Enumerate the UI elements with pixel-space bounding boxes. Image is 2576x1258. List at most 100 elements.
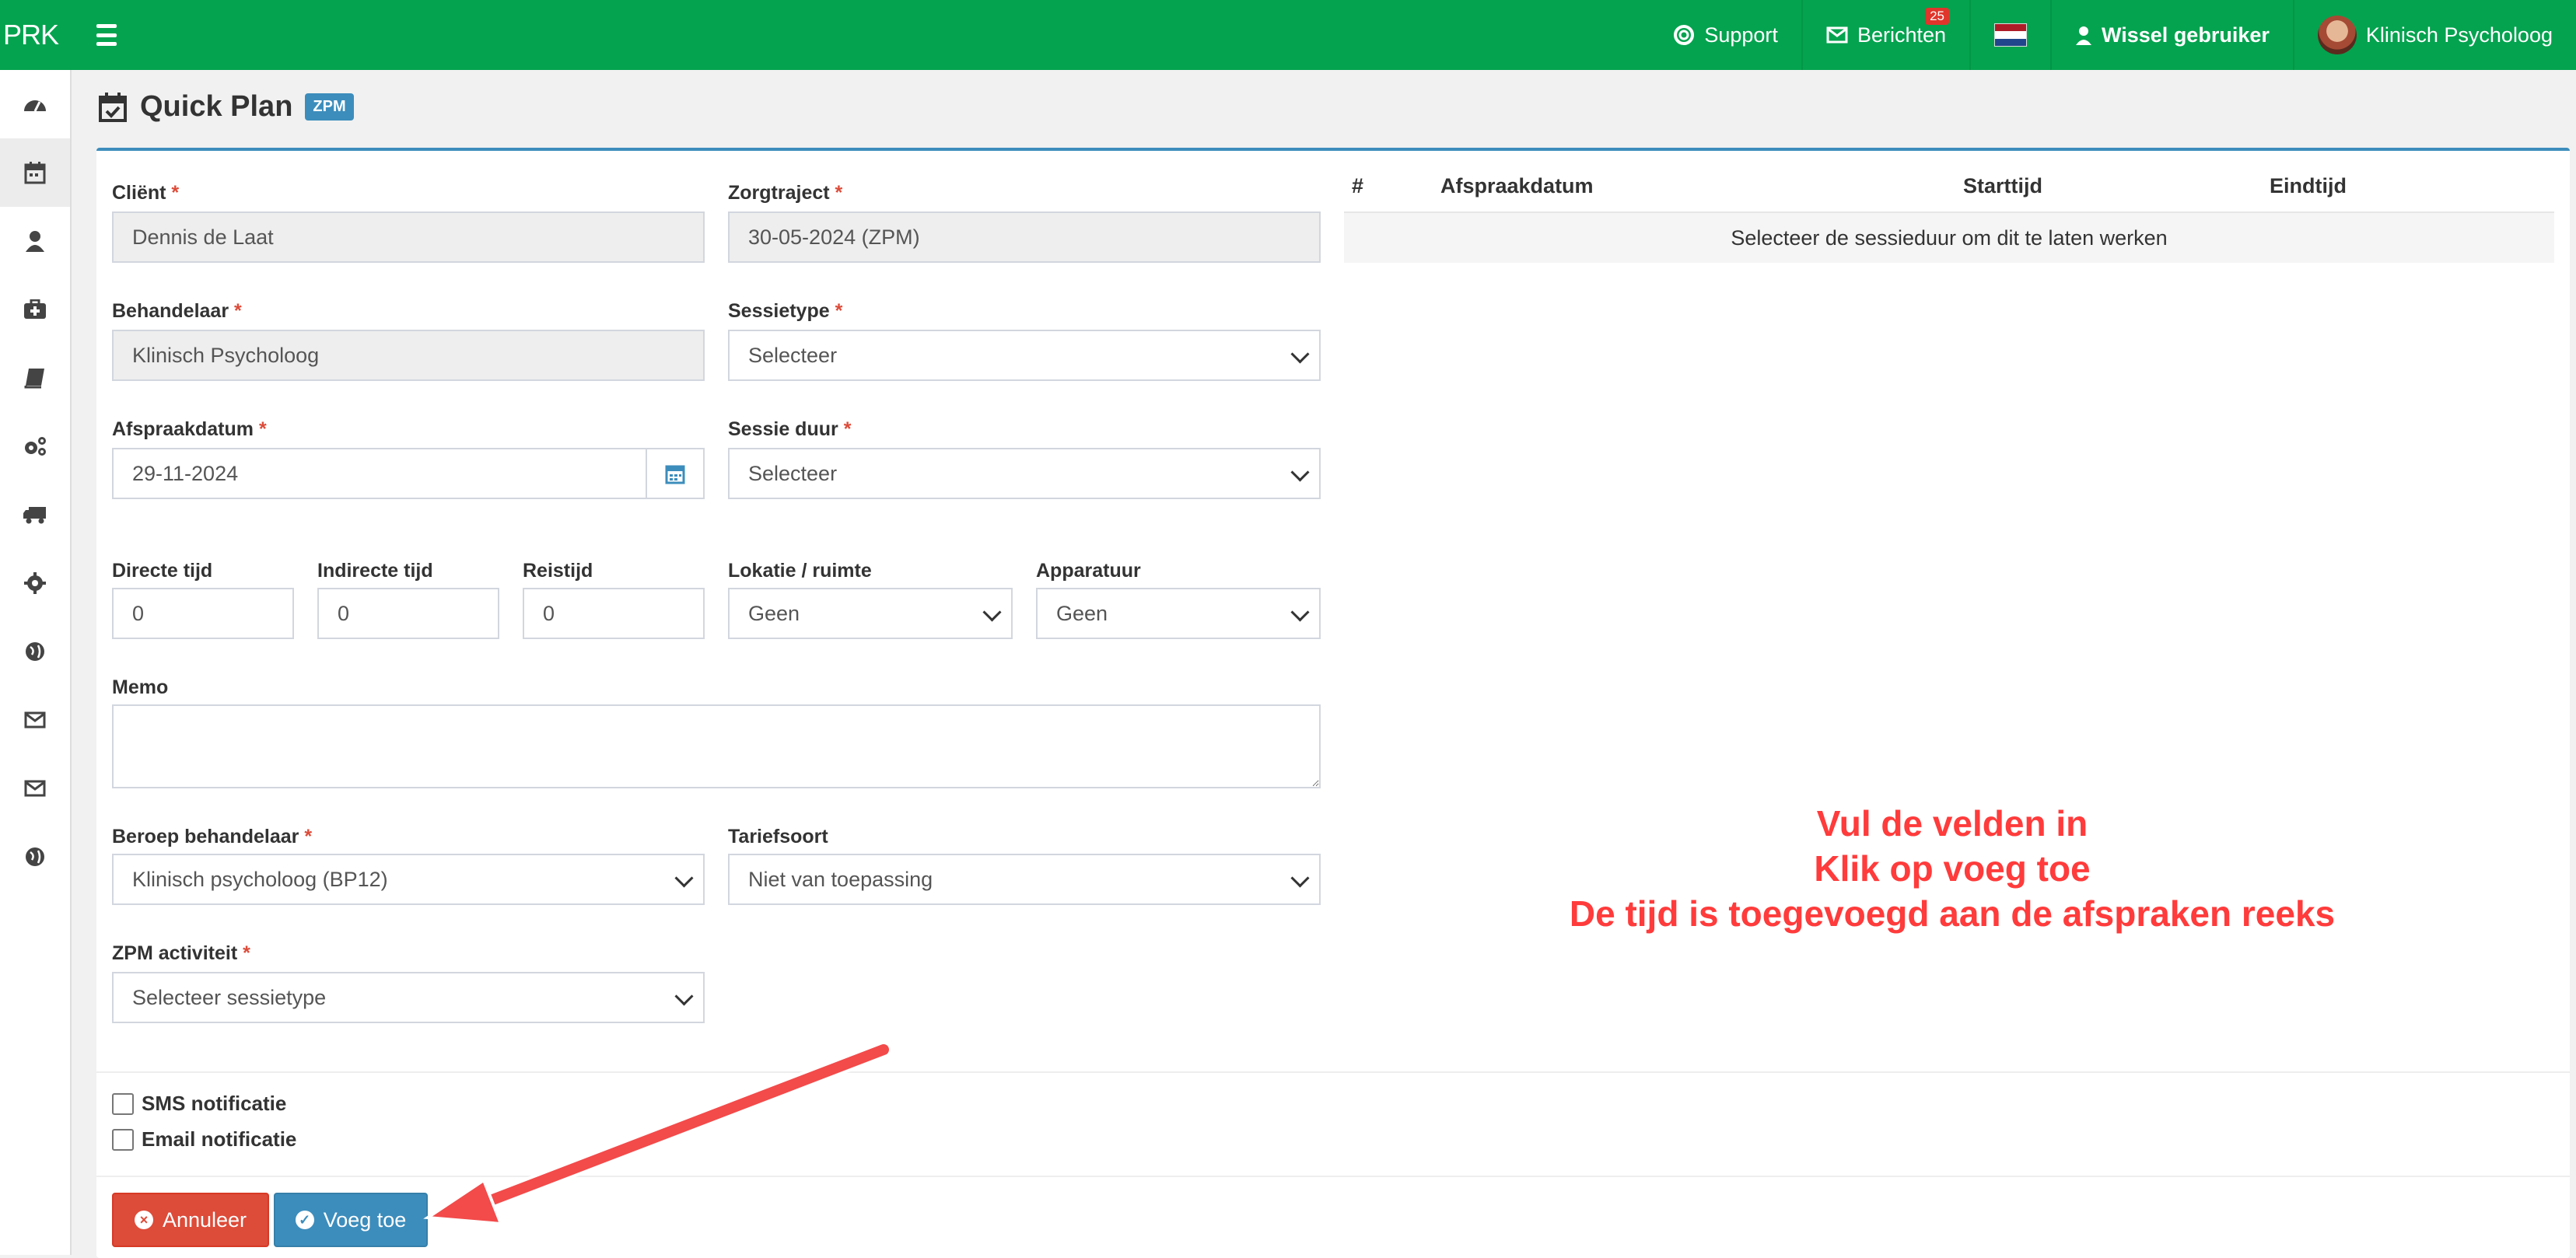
envelope-icon[interactable] — [0, 754, 70, 823]
messages-count-badge: 25 — [1925, 8, 1950, 25]
sms-notification-label: SMS notificatie — [142, 1092, 287, 1115]
trajectory-label: Zorgtraject * — [728, 182, 843, 204]
profession-label: Beroep behandelaar * — [112, 826, 313, 847]
cancel-button[interactable]: × Annuleer — [112, 1193, 269, 1247]
table-header-start: Starttijd — [1963, 174, 2043, 197]
session-type-label: Sessietype * — [728, 300, 843, 322]
user-menu[interactable]: Klinisch Psycholoog — [2292, 0, 2576, 70]
language-flag[interactable] — [1969, 0, 2050, 70]
session-type-select[interactable]: Selecteer — [728, 330, 1321, 381]
session-type-value: Selecteer — [748, 343, 838, 367]
checkbox-box[interactable] — [112, 1092, 134, 1115]
duration-select[interactable]: Selecteer — [728, 448, 1321, 499]
avatar — [2317, 16, 2357, 54]
zpm-activity-value: Selecteer sessietype — [132, 985, 327, 1009]
add-button-label: Voeg toe — [323, 1207, 407, 1232]
switch-user-link[interactable]: Wissel gebruiker — [2050, 0, 2293, 70]
location-value: Geen — [748, 601, 800, 625]
check-circle-icon: ✓ — [295, 1211, 314, 1229]
times-circle-icon: × — [134, 1211, 153, 1229]
profession-select[interactable]: Klinisch psycholoog (BP12) — [112, 854, 705, 905]
truck-icon[interactable] — [0, 480, 70, 549]
table-header-end: Eindtijd — [2270, 174, 2347, 197]
brand-logo[interactable]: PRK — [0, 19, 73, 51]
gear-icon[interactable] — [0, 549, 70, 617]
memo-label: Memo — [112, 676, 169, 698]
lifebuoy-icon — [1674, 25, 1695, 45]
dutch-flag-icon — [1994, 23, 2028, 47]
direct-time-label: Directe tijd — [112, 560, 213, 582]
practitioner-value: Klinisch Psycholoog — [132, 343, 320, 367]
zpm-activity-select[interactable]: Selecteer sessietype — [112, 972, 705, 1023]
date-field[interactable]: 29-11-2024 — [112, 448, 647, 499]
location-select[interactable]: Geen — [728, 588, 1013, 639]
memo-textarea[interactable] — [112, 704, 1321, 788]
profession-value: Klinisch psycholoog (BP12) — [132, 867, 388, 891]
direct-time-input[interactable]: 0 — [112, 588, 294, 639]
messages-link[interactable]: Berichten 25 — [1801, 0, 1969, 70]
travel-time-input[interactable]: 0 — [523, 588, 705, 639]
page-header: Quick Plan ZPM — [98, 90, 354, 124]
date-value: 29-11-2024 — [132, 461, 239, 485]
cancel-button-label: Annuleer — [162, 1207, 247, 1232]
book-icon[interactable] — [0, 344, 70, 412]
email-notification-label: Email notificatie — [142, 1127, 297, 1151]
zpm-badge: ZPM — [305, 93, 354, 121]
chevron-down-icon — [1290, 344, 1310, 364]
medkit-icon[interactable] — [0, 275, 70, 344]
indirect-time-label: Indirecte tijd — [317, 560, 433, 582]
menu-toggle-icon[interactable] — [96, 24, 128, 46]
tariff-select[interactable]: Niet van toepassing — [728, 854, 1321, 905]
duration-label: Sessie duur * — [728, 418, 852, 440]
checkbox-box[interactable] — [112, 1128, 134, 1151]
dashboard-icon[interactable] — [0, 70, 70, 138]
location-label: Lokatie / ruimte — [728, 560, 872, 582]
tariff-label: Tariefsoort — [728, 826, 828, 847]
support-link[interactable]: Support — [1650, 0, 1801, 70]
client-value: Dennis de Laat — [132, 225, 274, 249]
client-field[interactable]: Dennis de Laat — [112, 211, 705, 263]
sms-notification-checkbox[interactable]: SMS notificatie — [112, 1092, 286, 1116]
support-label: Support — [1704, 23, 1778, 47]
tariff-value: Niet van toepassing — [748, 867, 933, 891]
practitioner-label: Behandelaar * — [112, 300, 242, 322]
page-title: Quick Plan — [140, 90, 293, 123]
duration-value: Selecteer — [748, 461, 838, 485]
calendar-icon — [665, 465, 685, 484]
travel-time-value: 0 — [543, 601, 555, 625]
annotation-arrow — [423, 1041, 892, 1226]
annotation-line: Vul de velden in — [1816, 803, 2088, 844]
chevron-down-icon — [1290, 463, 1310, 482]
chevron-down-icon — [1290, 603, 1310, 622]
annotation-line: De tijd is toegevoegd aan de afspraken r… — [1569, 893, 2336, 934]
indirect-time-value: 0 — [338, 601, 350, 625]
direct-time-value: 0 — [132, 601, 145, 625]
cogs-icon[interactable] — [0, 412, 70, 480]
zpm-activity-label: ZPM activiteit * — [112, 942, 250, 964]
user-icon[interactable] — [0, 207, 70, 275]
envelope-icon[interactable] — [0, 686, 70, 754]
practitioner-field[interactable]: Klinisch Psycholoog — [112, 330, 705, 381]
client-label: Cliënt * — [112, 182, 180, 204]
datepicker-button[interactable] — [646, 448, 705, 499]
add-button[interactable]: ✓ Voeg toe — [274, 1193, 428, 1247]
calendar-check-icon — [99, 92, 127, 122]
globe-icon[interactable] — [0, 823, 70, 891]
indirect-time-input[interactable]: 0 — [317, 588, 499, 639]
chevron-down-icon — [982, 603, 1002, 622]
equipment-label: Apparatuur — [1036, 560, 1141, 582]
user-name: Klinisch Psycholoog — [2365, 23, 2553, 47]
table-empty-message: Selecteer de sessieduur om dit te laten … — [1344, 211, 2554, 263]
switch-user-label: Wissel gebruiker — [2102, 23, 2270, 47]
sidebar — [0, 70, 72, 1255]
table-header-date: Afspraakdatum — [1440, 174, 1594, 197]
instruction-annotation: Vul de velden in Klik op voeg toe De tij… — [1478, 801, 2427, 936]
trajectory-field[interactable]: 30-05-2024 (ZPM) — [728, 211, 1321, 263]
chevron-down-icon — [674, 868, 694, 888]
top-navbar: PRK Support Berichten 25 Wissel gebruike… — [0, 0, 2576, 70]
annotation-line: Klik op voeg toe — [1814, 848, 2091, 889]
equipment-select[interactable]: Geen — [1036, 588, 1321, 639]
email-notification-checkbox[interactable]: Email notificatie — [112, 1127, 296, 1151]
calendar-icon[interactable] — [0, 138, 70, 207]
globe-icon[interactable] — [0, 617, 70, 686]
